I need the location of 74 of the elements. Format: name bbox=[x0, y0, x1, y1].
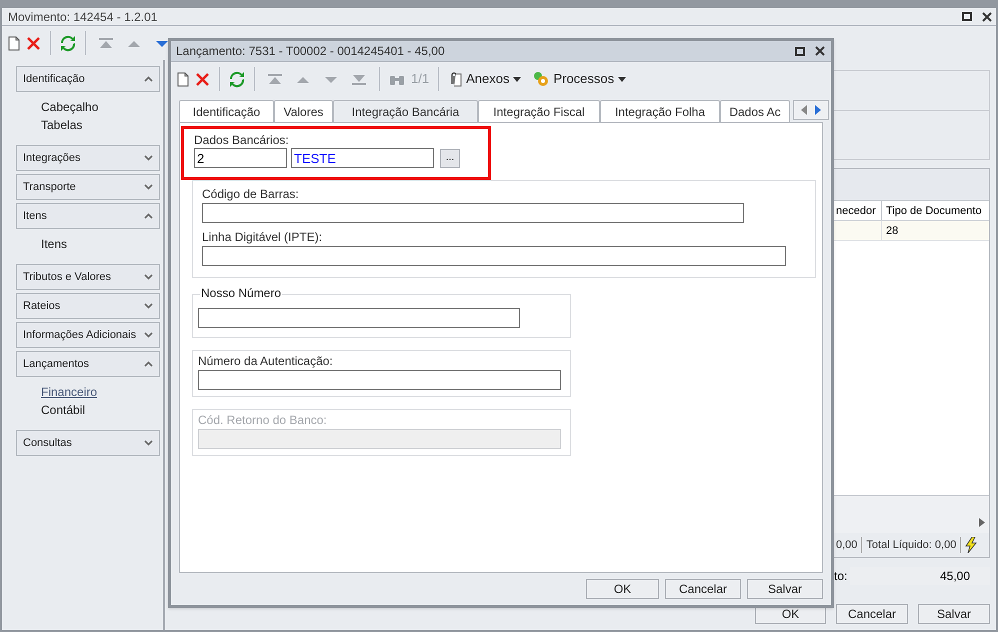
tab[interactable]: Integração Bancária bbox=[333, 100, 478, 122]
dialog-title: Lançamento: 7531 - T00002 - 0014245401 - 45,00 bbox=[176, 43, 445, 60]
input-field[interactable]: TESTE bbox=[291, 148, 434, 168]
total-label: Total Líquido: 0,00 bbox=[866, 538, 956, 553]
close-icon[interactable] bbox=[982, 12, 992, 22]
input-field[interactable] bbox=[202, 246, 786, 266]
close-icon[interactable] bbox=[815, 46, 825, 56]
group-label: Informações Adicionais bbox=[23, 328, 136, 343]
input-field[interactable]: 2 bbox=[194, 148, 287, 168]
amount-label: to: bbox=[833, 568, 848, 585]
field-label: Cód. Retorno do Banco: bbox=[198, 413, 328, 427]
sidebar-group-header[interactable]: Informações Adicionais bbox=[16, 322, 160, 348]
lightning-icon[interactable] bbox=[965, 537, 978, 553]
group-label: Consultas bbox=[23, 436, 72, 451]
caret-icon bbox=[618, 76, 626, 82]
lookup-button[interactable]: ... bbox=[440, 148, 460, 168]
record-counter: 1/1 bbox=[411, 70, 430, 88]
tab[interactable]: Valores bbox=[274, 100, 333, 122]
sidebar-group-header[interactable]: Integrações bbox=[16, 145, 160, 171]
sidebar-group-header[interactable]: Rateios bbox=[16, 293, 160, 319]
window-title: Movimento: 142454 - 1.2.01 bbox=[8, 8, 158, 26]
tab[interactable]: Dados Ac bbox=[720, 100, 790, 122]
field-label: Linha Digitável (IPTE): bbox=[202, 230, 324, 244]
refresh-icon[interactable] bbox=[229, 70, 245, 88]
menu-button[interactable]: Processos bbox=[533, 69, 626, 89]
new-document-icon[interactable] bbox=[177, 72, 189, 86]
column-header[interactable]: Tipo de Documento bbox=[881, 201, 989, 220]
group-label: Tributos e Valores bbox=[23, 270, 112, 285]
save-button[interactable]: Salvar bbox=[747, 579, 823, 599]
sidebar-group-header[interactable]: Lançamentos bbox=[16, 351, 160, 377]
tab[interactable]: Integração Fiscal bbox=[478, 100, 600, 122]
cancel-button[interactable]: Cancelar bbox=[665, 579, 741, 599]
group-legend: Nosso Número bbox=[200, 286, 282, 300]
field-label: Número da Autenticação: bbox=[198, 354, 334, 368]
maximize-icon[interactable] bbox=[962, 12, 972, 21]
group-label: Itens bbox=[23, 208, 47, 224]
sidebar-group-header[interactable]: Itens bbox=[16, 203, 160, 229]
sidebar-link[interactable]: Itens bbox=[41, 235, 68, 253]
scroll-right-icon[interactable] bbox=[979, 518, 985, 527]
delete-icon[interactable] bbox=[195, 72, 210, 86]
group-label: Identificação bbox=[23, 72, 85, 87]
group-label: Rateios bbox=[23, 298, 60, 314]
new-document-icon[interactable] bbox=[8, 36, 20, 50]
tab[interactable]: Integração Folha bbox=[600, 100, 720, 122]
sidebar-group-header[interactable]: Identificação bbox=[16, 66, 160, 92]
cancel-button[interactable]: Cancelar bbox=[836, 604, 908, 624]
input-field[interactable] bbox=[202, 203, 744, 223]
input-field[interactable] bbox=[198, 370, 561, 390]
sidebar-group-header[interactable]: Consultas bbox=[16, 430, 160, 456]
field-label: Código de Barras: bbox=[202, 187, 300, 201]
sidebar-group-header[interactable]: Tributos e Valores bbox=[16, 264, 160, 290]
tab[interactable]: Identificação bbox=[179, 100, 274, 122]
sidebar-link[interactable]: Financeiro bbox=[41, 383, 98, 401]
group-label: Lançamentos bbox=[23, 356, 90, 372]
sidebar-link[interactable]: Contábil bbox=[41, 401, 86, 419]
caret-icon bbox=[513, 76, 522, 82]
input-field[interactable] bbox=[198, 308, 520, 328]
total-label: 0,00 bbox=[836, 538, 858, 553]
scroll-left-icon[interactable] bbox=[801, 105, 807, 115]
ok-button[interactable]: OK bbox=[586, 579, 659, 599]
group-label: Integrações bbox=[23, 150, 80, 166]
refresh-icon[interactable] bbox=[60, 34, 76, 52]
column-header[interactable]: necedor bbox=[833, 201, 881, 220]
menu-button[interactable]: Anexos bbox=[448, 69, 522, 89]
sidebar-link[interactable]: Cabeçalho bbox=[41, 98, 98, 116]
field-label: Dados Bancários: bbox=[194, 133, 290, 147]
delete-icon[interactable] bbox=[26, 36, 41, 50]
sidebar-group-header[interactable]: Transporte bbox=[16, 174, 160, 200]
group-label: Transporte bbox=[23, 180, 76, 195]
sidebar-link[interactable]: Tabelas bbox=[41, 116, 82, 134]
save-button[interactable]: Salvar bbox=[918, 604, 990, 624]
maximize-icon[interactable] bbox=[795, 46, 805, 56]
table-cell: 28 bbox=[881, 221, 989, 240]
scroll-right-icon[interactable] bbox=[815, 105, 821, 115]
